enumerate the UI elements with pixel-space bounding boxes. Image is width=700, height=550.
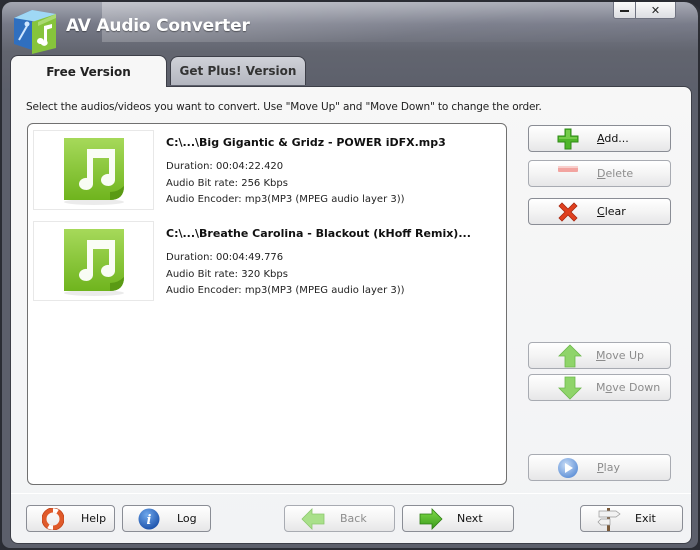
tab-label: Free Version [46,64,131,79]
play-icon [557,457,579,479]
app-logo-icon [10,4,62,56]
arrow-down-icon [558,376,582,400]
file-list-item[interactable]: C:\...\Breathe Carolina - Blackout (kHof… [33,221,503,301]
help-button-label: Help [81,512,107,525]
bottom-separator [11,493,691,494]
next-button-label: Next [457,512,483,525]
move-up-button-label: Move Up [596,349,645,362]
move-down-button-label: Move Down [596,381,661,394]
file-duration: Duration: 00:04:49.776 [166,252,284,263]
next-button[interactable]: Next [402,505,514,532]
back-button-label: Back [340,512,367,525]
delete-button-label: Delete [597,167,634,180]
add-button-label: Add... [597,132,629,145]
exit-button[interactable]: Exit [580,505,683,532]
file-encoder: Audio Encoder: mp3(MP3 (MPEG audio layer… [166,285,405,296]
log-button[interactable]: i Log [122,505,211,532]
help-button[interactable]: Help [26,505,115,532]
file-name: C:\...\Big Gigantic & Gridz - POWER iDFX… [166,136,446,149]
clear-button-label: Clear [597,205,626,218]
close-button[interactable]: ✕ [636,2,676,19]
arrow-up-icon [558,344,582,368]
window-controls: ✕ [613,2,676,19]
file-duration: Duration: 00:04:22.420 [166,161,284,172]
signpost-icon [596,507,622,531]
svg-text:i: i [147,513,152,528]
tab-free-version[interactable]: Free Version [10,55,167,87]
file-encoder: Audio Encoder: mp3(MP3 (MPEG audio layer… [166,194,405,205]
file-bitrate: Audio Bit rate: 256 Kbps [166,178,288,189]
file-bitrate: Audio Bit rate: 320 Kbps [166,269,288,280]
close-icon: ✕ [650,3,661,17]
info-icon: i [138,508,160,530]
plus-icon [557,128,579,150]
file-list-item[interactable]: C:\...\Big Gigantic & Gridz - POWER iDFX… [33,130,503,210]
minimize-icon [620,10,629,12]
music-note-icon [63,138,124,205]
clear-button[interactable]: Clear [528,198,671,225]
minimize-button[interactable] [613,2,636,19]
tab-get-plus-version[interactable]: Get Plus! Version [170,56,306,85]
file-thumbnail [33,130,154,210]
move-down-button[interactable]: Move Down [528,374,671,401]
add-button[interactable]: Add... [528,125,671,152]
file-list[interactable]: C:\...\Big Gigantic & Gridz - POWER iDFX… [27,123,507,485]
arrow-right-icon [419,508,443,530]
log-button-label: Log [177,512,197,525]
red-x-icon [557,201,579,223]
file-thumbnail [33,221,154,301]
app-title: AV Audio Converter [66,16,250,36]
main-panel: Select the audios/videos you want to con… [10,86,692,544]
play-button[interactable]: Play [528,454,671,481]
music-note-icon [63,229,124,296]
arrow-left-icon [301,508,325,530]
instruction-text: Select the audios/videos you want to con… [26,101,542,113]
delete-button[interactable]: Delete [528,160,671,187]
lifebuoy-icon [42,508,64,530]
move-up-button[interactable]: Move Up [528,342,671,369]
minus-icon [557,164,579,174]
app-window: AV Audio Converter ✕ Free Version Get Pl… [0,0,700,550]
exit-button-label: Exit [635,512,656,525]
file-name: C:\...\Breathe Carolina - Blackout (kHof… [166,227,471,240]
back-button[interactable]: Back [284,505,395,532]
play-button-label: Play [597,461,620,474]
tab-label: Get Plus! Version [179,64,297,78]
